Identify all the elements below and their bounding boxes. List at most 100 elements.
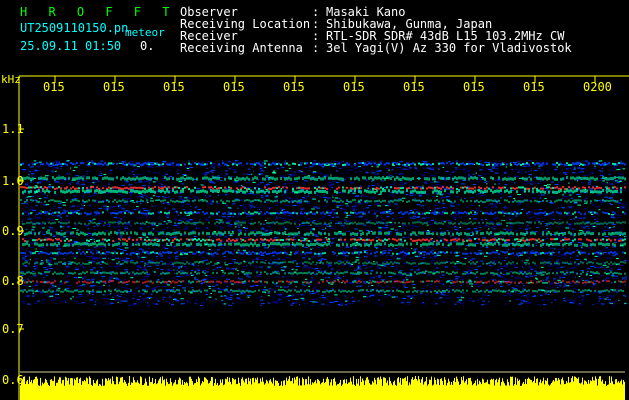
noise-pixel: [572, 242, 575, 244]
noise-pixel: [585, 225, 589, 227]
noise-pixel: [465, 171, 468, 173]
noise-pixel: [547, 259, 550, 261]
noise-pixel: [239, 278, 243, 280]
noise-pixel: [323, 201, 326, 203]
noise-pixel: [179, 217, 184, 219]
noise-pixel: [143, 289, 146, 291]
noise-pixel: [230, 293, 232, 295]
noise-pixel: [550, 196, 552, 198]
noise-pixel: [27, 303, 31, 305]
noise-pixel: [203, 193, 205, 195]
noise-pixel: [311, 277, 313, 279]
noise-pixel: [514, 213, 516, 215]
noise-pixel: [590, 248, 593, 250]
noise-pixel: [562, 292, 564, 293]
noise-pixel: [173, 229, 175, 231]
noise-pixel: [556, 286, 559, 288]
noise-pixel: [266, 267, 270, 269]
noise-pixel: [97, 180, 100, 182]
noise-pixel: [252, 181, 256, 183]
noise-pixel: [291, 296, 294, 298]
noise-pixel: [281, 195, 284, 197]
noise-pixel: [136, 209, 139, 211]
noise-pixel: [33, 268, 37, 270]
noise-pixel: [135, 182, 138, 184]
noise-pixel: [363, 264, 367, 266]
noise-pixel: [523, 295, 527, 297]
noise-pixel: [553, 248, 556, 250]
noise-pixel: [607, 249, 611, 251]
noise-pixel: [238, 226, 241, 228]
noise-pixel: [109, 172, 112, 174]
noise-pixel: [331, 209, 336, 211]
noise-pixel: [300, 225, 302, 227]
noise-pixel: [166, 226, 168, 228]
noise-pixel: [262, 205, 264, 207]
noise-pixel: [585, 197, 587, 199]
noise-pixel: [453, 266, 457, 267]
noise-pixel: [502, 260, 504, 261]
noise-pixel: [544, 225, 548, 227]
noise-pixel: [56, 162, 58, 164]
noise-pixel: [284, 217, 288, 219]
noise-pixel: [86, 231, 89, 233]
noise-pixel: [237, 288, 241, 290]
noise-pixel: [205, 196, 209, 198]
noise-pixel: [233, 183, 235, 185]
noise-pixel: [281, 226, 286, 228]
noise-pixel: [140, 196, 144, 198]
noise-pixel: [536, 217, 539, 219]
noise-pixel: [422, 257, 426, 259]
noise-pixel: [64, 300, 66, 302]
noise-pixel: [93, 247, 97, 249]
noise-pixel: [416, 269, 420, 271]
noise-pixel: [622, 174, 624, 176]
noise-pixel: [614, 254, 616, 255]
noise-pixel: [107, 183, 110, 185]
noise-pixel: [330, 301, 335, 303]
noise-pixel: [431, 184, 435, 186]
noise-pixel: [31, 166, 34, 168]
noise-pixel: [291, 216, 294, 218]
noise-pixel: [457, 214, 460, 216]
noise-pixel: [394, 182, 397, 184]
noise-pixel: [562, 164, 565, 166]
noise-pixel: [319, 268, 323, 270]
noise-pixel: [390, 224, 392, 226]
noise-pixel: [365, 196, 369, 198]
noise-pixel: [402, 263, 405, 265]
noise-pixel: [45, 294, 49, 296]
noise-pixel: [65, 236, 68, 237]
noise-pixel: [581, 246, 583, 248]
noise-pixel: [221, 299, 223, 301]
noise-pixel: [551, 286, 554, 288]
noise-pixel: [548, 283, 553, 285]
noise-pixel: [527, 166, 532, 167]
noise-pixel: [275, 264, 278, 266]
noise-pixel: [107, 294, 112, 296]
noise-pixel: [60, 226, 62, 228]
noise-pixel: [578, 303, 581, 305]
noise-pixel: [600, 201, 604, 203]
noise-pixel: [442, 166, 445, 168]
noise-pixel: [607, 227, 609, 229]
noise-pixel: [367, 188, 372, 190]
noise-pixel: [210, 249, 213, 251]
noise-pixel: [454, 236, 459, 238]
noise-pixel: [408, 296, 412, 298]
noise-pixel: [621, 241, 624, 243]
noise-pixel: [77, 180, 80, 182]
noise-pixel: [235, 169, 238, 171]
noise-pixel: [237, 302, 239, 303]
noise-pixel: [229, 297, 233, 299]
noise-pixel: [497, 269, 500, 271]
noise-pixel: [392, 257, 396, 259]
noise-pixel: [428, 207, 431, 209]
noise-pixel: [503, 228, 507, 230]
noise-pixel: [225, 297, 229, 299]
noise-pixel: [21, 255, 26, 257]
noise-pixel: [250, 207, 254, 208]
noise-pixel: [308, 166, 313, 168]
noise-pixel: [25, 266, 27, 268]
noise-pixel: [98, 175, 103, 176]
